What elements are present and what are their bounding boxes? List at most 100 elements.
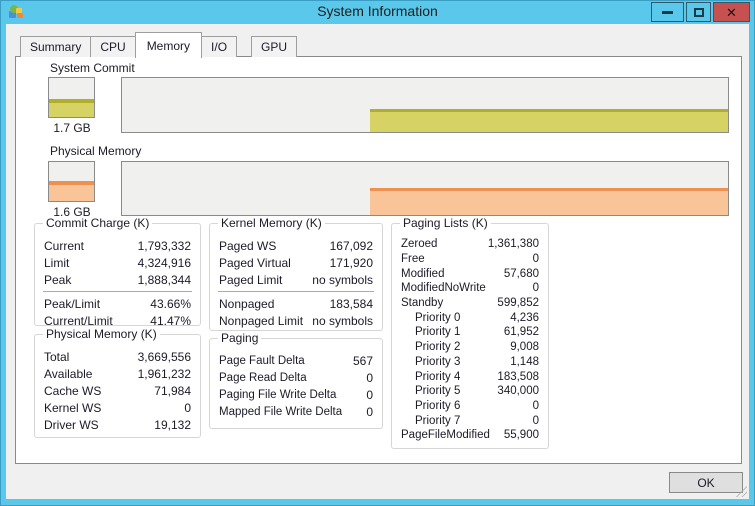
row-value: 0 [184,401,191,415]
panel-row: Cache WS 71,984 [35,382,200,399]
ok-button[interactable]: OK [669,472,743,493]
panel-row: Driver WS 19,132 [35,416,200,433]
system-commit-graph-fill [370,109,728,132]
row-value: 0 [366,371,373,385]
row-value: 61,952 [504,326,539,338]
row-value: 0 [366,388,373,402]
row-label: Paging File Write Delta [219,389,336,401]
row-label: Priority 2 [401,341,460,353]
system-commit-gauge-value: 1.7 GB [30,121,114,135]
row-value: 1,961,232 [138,367,191,381]
system-commit-history-graph [121,77,729,133]
physical-memory-gauge [48,161,95,202]
row-value: 183,584 [330,297,373,311]
row-label: Nonpaged [219,297,274,311]
panel-row: Page Fault Delta567 [210,352,382,369]
tab-memory[interactable]: Memory [135,32,202,58]
panel-row: Peak 1,888,344 [35,271,200,288]
row-label: Paged Limit [219,273,282,287]
row-label: Priority 4 [401,371,460,383]
row-label: PageFileModified [401,429,490,441]
row-label: Priority 7 [401,415,460,427]
panel-row: Standby 599,852 [392,296,548,311]
physical-memory-graph-fill [370,188,728,215]
panel-row: Paging File Write Delta 0 [210,386,382,403]
panel-rows: Total3,669,556Available1,961,232Cache WS… [35,348,200,433]
row-label: Paged WS [219,239,276,253]
panel-row: Free 0 [392,252,548,267]
row-value: 1,888,344 [138,273,191,287]
row-value: 0 [366,405,373,419]
titlebar[interactable]: System Information ✕ [1,1,754,24]
row-value: 0 [533,415,539,427]
row-value: 0 [533,282,539,294]
row-label: ModifiedNoWrite [401,282,486,294]
close-button[interactable]: ✕ [713,2,750,22]
row-value: 1,148 [510,356,539,368]
panel-row: Priority 5340,000 [392,384,548,399]
panel-title: Kernel Memory (K) [218,216,325,230]
panel-row: Priority 161,952 [392,325,548,340]
panel-row: Mapped File Write Delta 0 [210,403,382,420]
row-value: 43.66% [150,297,191,311]
memory-tab-page: System Commit 1.7 GB Physical Memory 1.6… [15,56,742,464]
panel-row: Priority 4183,508 [392,369,548,384]
panel-row: Paged Virtual 171,920 [210,254,382,271]
row-value: 599,852 [497,297,539,309]
row-label: Cache WS [44,384,101,398]
tab-io[interactable]: I/O [201,36,237,57]
panel-title: Physical Memory (K) [43,327,160,341]
row-value: 19,132 [154,418,191,432]
minimize-icon [662,11,673,14]
panel-title: Paging [218,331,261,345]
panel-row: Nonpaged Limitno symbols [210,312,382,329]
panel-row: ModifiedNoWrite 0 [392,281,548,296]
window-controls: ✕ [651,2,750,22]
row-label: Priority 5 [401,385,460,397]
system-commit-gauge-fill [49,99,94,117]
row-label: Modified [401,268,444,280]
physical-memory-label: Physical Memory [50,144,141,158]
panel-row: Nonpaged 183,584 [210,295,382,312]
panel-row: Priority 7 0 [392,413,548,428]
row-value: no symbols [312,314,373,328]
row-label: Standby [401,297,443,309]
panel-row: Paged Limit no symbols [210,271,382,288]
row-label: Priority 3 [401,356,460,368]
panel-row: Current1,793,332 [35,237,200,254]
panel-rows: Page Fault Delta567Page Read Delta0Pagin… [210,352,382,420]
minimize-button[interactable] [651,2,684,22]
physical-memory-history-graph [121,161,729,216]
panel-row: Kernel WS0 [35,399,200,416]
separator [218,291,374,292]
row-value: 57,680 [504,268,539,280]
panel-row: Priority 04,236 [392,310,548,325]
tab-bar: Summary CPU Memory I/O GPU [20,32,296,57]
row-label: Total [44,350,69,364]
tab-cpu[interactable]: CPU [90,36,135,57]
row-label: Driver WS [44,418,99,432]
panel-row: Paged WS167,092 [210,237,382,254]
row-label: Mapped File Write Delta [219,406,342,418]
separator [43,291,192,292]
tab-summary[interactable]: Summary [20,36,91,57]
system-commit-label: System Commit [50,61,135,75]
row-value: 41.47% [150,314,191,328]
tab-gpu[interactable]: GPU [251,36,297,57]
panel-row: Available1,961,232 [35,365,200,382]
row-label: Free [401,253,425,265]
row-value: 71,984 [154,384,191,398]
maximize-button[interactable] [686,2,711,22]
panel-rows: Paged WS167,092Paged Virtual171,920Paged… [210,237,382,329]
row-value: 171,920 [330,256,373,270]
row-label: Peak [44,273,71,287]
system-information-window: System Information ✕ Summary CPU Memory … [0,0,755,506]
paging-lists-panel: Paging Lists (K) Zeroed1,361,380Free0Mod… [391,223,549,449]
panel-row: PageFileModified55,900 [392,428,548,443]
row-value: 0 [533,253,539,265]
row-label: Paged Virtual [219,256,291,270]
panel-rows: Zeroed1,361,380Free0Modified57,680Modifi… [392,237,548,443]
maximize-icon [694,8,704,17]
panel-title: Paging Lists (K) [400,216,491,230]
row-value: no symbols [312,273,373,287]
